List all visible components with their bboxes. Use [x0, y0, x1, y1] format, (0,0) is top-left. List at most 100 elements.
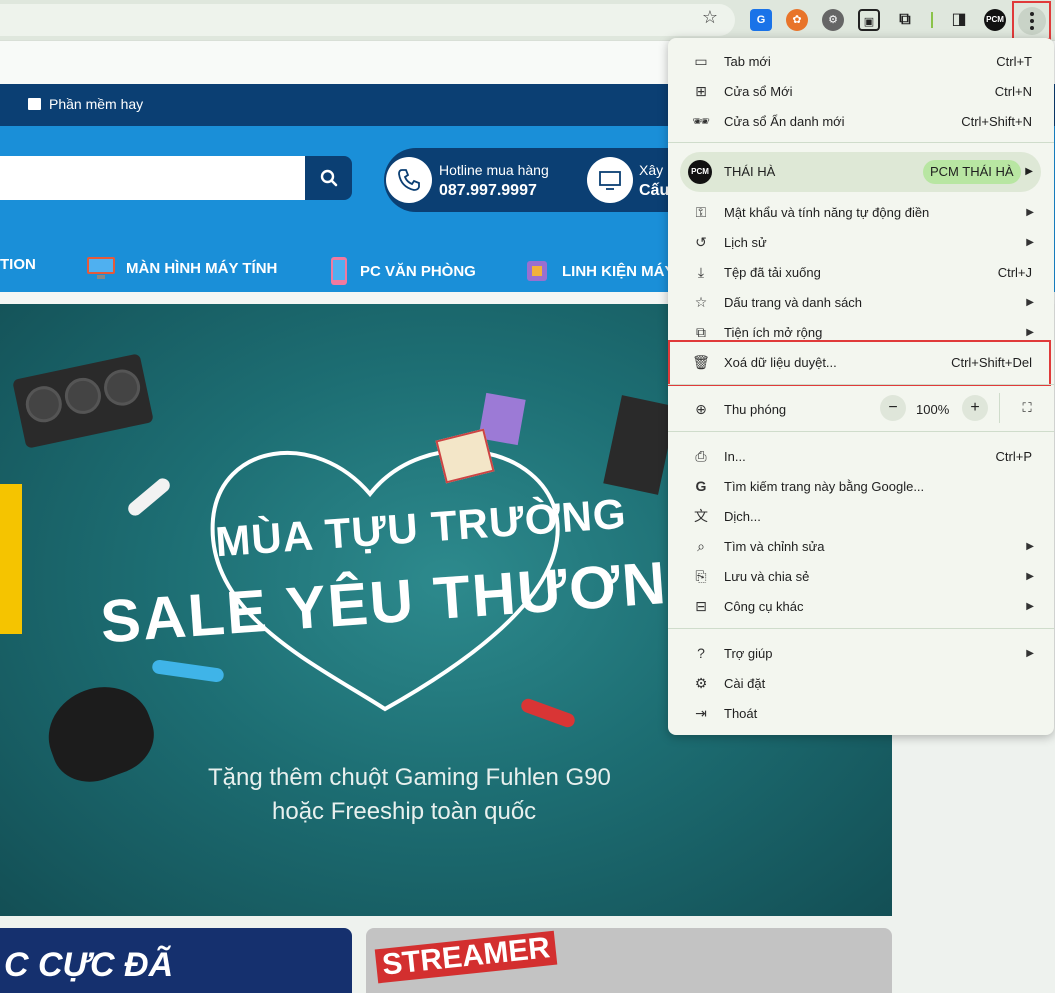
menu-item-downloads[interactable]: ⤓ Tệp đã tải xuống Ctrl+J [668, 257, 1054, 287]
pc-case-image [603, 395, 677, 495]
zoom-out-button[interactable]: − [880, 395, 906, 421]
menu-item-exit[interactable]: ⇥ Thoát [668, 698, 1054, 728]
menu-item-shortcut: Ctrl+Shift+N [961, 113, 1032, 129]
menu-item-label: Tệp đã tải xuống [724, 264, 821, 280]
nav-item-label: MÀN HÌNH MÁY TÍNH [126, 259, 278, 277]
menu-item-label: Dấu trang và danh sách [724, 294, 863, 310]
translate-extension-icon[interactable]: G [750, 9, 772, 31]
phone-device-icon [331, 257, 347, 285]
nav-item-monitor[interactable]: MÀN HÌNH MÁY TÍNH [86, 256, 277, 280]
menu-item-label: In... [724, 448, 746, 464]
nav-item-label: PC VĂN PHÒNG [360, 262, 476, 280]
tab-icon: ▭ [694, 52, 708, 69]
address-bar[interactable] [0, 4, 735, 36]
new-window-icon: ⊞ [695, 82, 707, 99]
profile-name: THÁI HÀ [724, 164, 776, 179]
menu-item-label: Lịch sử [724, 234, 767, 250]
extension-gear-icon[interactable]: ⚙ [822, 9, 844, 31]
menu-separator [668, 431, 1054, 432]
menu-item-help[interactable]: ? Trợ giúp ▶ [668, 638, 1054, 668]
bookmark-star-icon: ☆ [694, 293, 708, 310]
menu-item-shortcut: Ctrl+T [996, 53, 1032, 69]
chevron-right-icon: ▶ [1026, 647, 1034, 659]
menu-item-settings[interactable]: ⚙ Cài đặt [668, 668, 1054, 698]
build-label: Xây [639, 162, 664, 178]
top-menu-software-label: Phần mềm hay [49, 96, 144, 112]
annotation-highlight-box [668, 340, 1051, 386]
translate-icon: 文 [694, 508, 708, 524]
profile-avatar-icon: PCM [688, 160, 712, 184]
menu-item-label: Tìm và chỉnh sửa [724, 538, 825, 554]
hotline-number: 087.997.9997 [439, 182, 537, 199]
zoom-in-button[interactable]: + [962, 395, 988, 421]
promo-tile-2-text: STREAMER [374, 930, 558, 984]
site-search-input[interactable] [0, 156, 305, 200]
menu-item-label: Cửa sổ Mới [724, 83, 793, 99]
build-sub: Cấu [639, 182, 670, 199]
side-panel-icon[interactable]: ◨ [948, 9, 970, 31]
menu-item-more-tools[interactable]: ⊟ Công cụ khác ▶ [668, 591, 1054, 621]
menu-item-label: Lưu và chia sẻ [724, 568, 810, 584]
more-vert-icon [1017, 6, 1046, 35]
zoom-divider [999, 393, 1000, 423]
nav-item-office-pc[interactable]: PC VĂN PHÒNG [328, 256, 476, 286]
site-search-button[interactable] [305, 156, 352, 200]
menu-item-incognito[interactable]: 🕶 Cửa sổ Ẩn danh mới Ctrl+Shift+N [668, 106, 1054, 136]
menu-item-search-google[interactable]: G Tìm kiếm trang này bằng Google... [668, 471, 1054, 501]
key-icon: ⚿ [695, 203, 707, 220]
incognito-icon: 🕶 [692, 112, 710, 129]
hotline-text: Hotline mua hàng 087.997.9997 [439, 160, 549, 201]
menu-item-label: Tìm kiếm trang này bằng Google... [724, 478, 925, 494]
profile-avatar[interactable]: PCM [984, 9, 1006, 31]
promo-tile-1-text: C CỰC ĐÃ [4, 946, 174, 984]
menu-item-new-window[interactable]: ⊞ Cửa sổ Mới Ctrl+N [668, 76, 1054, 106]
graphics-card-image [12, 353, 154, 449]
pc-build-icon [587, 157, 633, 203]
menu-item-label: Cửa sổ Ẩn danh mới [724, 113, 845, 129]
search-icon [320, 169, 337, 187]
print-icon: ⎙ [695, 447, 707, 464]
menu-item-history[interactable]: ↺ Lịch sử ▶ [668, 227, 1054, 257]
menu-item-new-tab[interactable]: ▭ Tab mới Ctrl+T [668, 46, 1054, 76]
menu-item-find-edit[interactable]: ⌕ Tìm và chỉnh sửa ▶ [668, 531, 1054, 561]
zoom-icon: ⊕ [695, 400, 707, 417]
bookmark-star-icon[interactable]: ☆ [700, 7, 720, 27]
top-menu-software[interactable]: Phần mềm hay [28, 96, 143, 112]
menu-item-label: Thu phóng [724, 401, 787, 417]
nav-item-components[interactable]: LINH KIỆN MÁY T [522, 256, 688, 286]
find-icon: ⌕ [697, 537, 705, 554]
nav-item-label: TION [0, 256, 36, 273]
menu-separator [668, 142, 1054, 143]
menu-profile-row[interactable]: PCM THÁI HÀ PCM THÁI HÀ ▶ [680, 152, 1041, 192]
extensions-puzzle-icon[interactable]: ⧉ [894, 9, 916, 31]
menu-item-print[interactable]: ⎙ In... Ctrl+P [668, 441, 1054, 471]
chevron-right-icon: ▶ [1026, 570, 1034, 582]
hotline-box[interactable]: Hotline mua hàng 087.997.9997 Xây Cấu [384, 148, 704, 212]
menu-item-label: Tab mới [724, 53, 771, 69]
save-share-icon: ⎘ [695, 567, 707, 584]
chevron-right-icon: ▶ [1026, 326, 1034, 338]
menu-item-shortcut: Ctrl+J [997, 264, 1032, 280]
promo-tile-1[interactable]: C CỰC ĐÃ [0, 928, 352, 993]
chrome-menu-button[interactable] [1012, 1, 1051, 40]
menu-item-translate[interactable]: 文 Dịch... [668, 501, 1054, 531]
image-extension-icon[interactable]: ▣ [858, 9, 880, 31]
extension-fruit-icon[interactable]: ✿ [786, 9, 808, 31]
monitor-icon [87, 257, 115, 279]
fullscreen-button[interactable]: ⛶ [1014, 395, 1040, 421]
menu-item-label: Dịch... [724, 508, 761, 524]
promo-tile-2[interactable]: STREAMER [366, 928, 892, 993]
chevron-right-icon: ▶ [1026, 600, 1034, 612]
menu-item-passwords[interactable]: ⚿ Mật khẩu và tính năng tự động điền ▶ [668, 197, 1054, 227]
menu-item-label: Công cụ khác [724, 598, 804, 614]
menu-item-label: Thoát [724, 705, 758, 721]
nav-item-0[interactable]: TION [0, 256, 36, 273]
chevron-right-icon: ▶ [1026, 236, 1034, 248]
toolbar-separator [931, 12, 933, 28]
browser-toolbar: ☆ G ✿ ⚙ ▣ ⧉ ◨ PCM [0, 0, 1055, 40]
menu-item-bookmarks[interactable]: ☆ Dấu trang và danh sách ▶ [668, 287, 1054, 317]
menu-item-zoom: ⊕ Thu phóng [668, 394, 1054, 424]
gaming-mouse-image [35, 672, 165, 794]
zoom-level: 100% [916, 402, 950, 417]
menu-item-save-share[interactable]: ⎘ Lưu và chia sẻ ▶ [668, 561, 1054, 591]
